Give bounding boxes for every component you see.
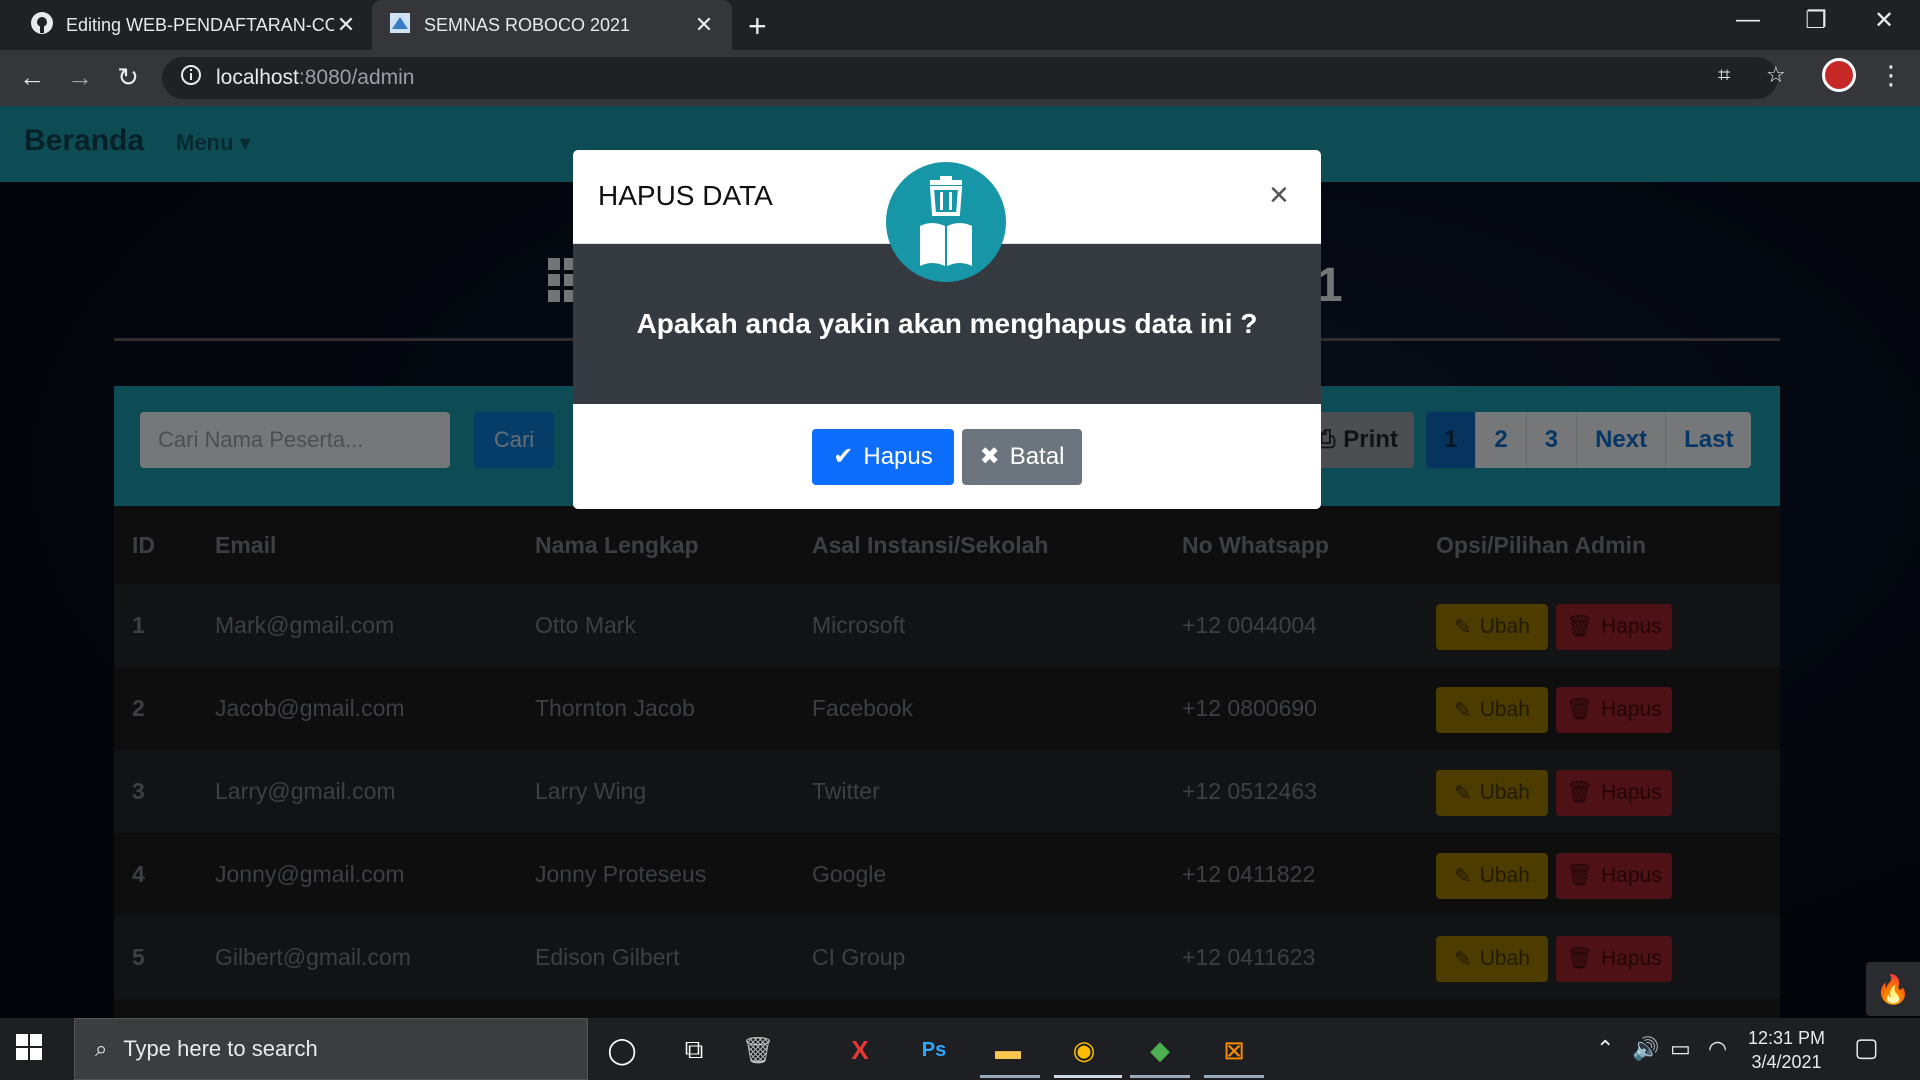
tab-title: SEMNAS ROBOCO 2021 — [424, 14, 631, 35]
active-app-indicator — [1130, 1075, 1190, 1078]
battery-icon[interactable]: ▭ — [1670, 1036, 1691, 1062]
tab-semnas-roboco[interactable]: SEMNAS ROBOCO 2021 ✕ — [372, 0, 732, 50]
modal-message: Apakah anda yakin akan menghapus data in… — [636, 308, 1258, 339]
browser-tab-bar: Editing WEB-PENDAFTARAN-CO ✕ SEMNAS ROBO… — [0, 0, 1920, 50]
active-app-indicator — [980, 1075, 1040, 1078]
search-icon: ⌕ — [95, 1036, 108, 1061]
delete-confirm-modal: HAPUS DATA × Apakah anda yakin akan meng… — [573, 150, 1321, 509]
taskbar-search-placeholder: Type here to search — [123, 1036, 318, 1061]
site-favicon-icon — [388, 11, 412, 40]
tab-title: Editing WEB-PENDAFTARAN-CO — [66, 14, 334, 35]
cortana-icon[interactable]: ◯ — [600, 1028, 644, 1072]
close-icon[interactable]: × — [1269, 178, 1289, 212]
cancel-button[interactable]: ✖ Batal — [962, 428, 1082, 485]
clock-time: 12:31 PM — [1748, 1028, 1826, 1048]
flame-icon[interactable]: 🔥 — [1866, 962, 1920, 1016]
check-icon: ✔ — [833, 443, 854, 470]
git-icon[interactable]: ◆ — [1138, 1028, 1182, 1072]
url-input[interactable]: localhost:8080/admin — [162, 57, 1778, 99]
cancel-label: Batal — [1009, 442, 1065, 470]
volume-icon[interactable]: 🔊 — [1632, 1036, 1659, 1062]
confirm-delete-button[interactable]: ✔ Hapus — [812, 428, 954, 485]
close-tab-icon[interactable]: ✕ — [334, 12, 358, 38]
recycle-bin-icon[interactable]: 🗑 — [736, 1028, 780, 1072]
photoshop-icon[interactable]: Ps — [912, 1028, 956, 1072]
close-tab-icon[interactable]: ✕ — [692, 12, 716, 38]
windows-taskbar: ⌕ Type here to search ◯ ⧉ 🗑 X Ps ▬ ◉ ◆ ⊠… — [0, 1018, 1920, 1080]
translate-icon[interactable]: ⌗ — [1718, 62, 1730, 88]
active-app-indicator — [1204, 1075, 1264, 1078]
bookmark-star-icon[interactable]: ☆ — [1766, 62, 1786, 88]
address-bar: ← → ↻ localhost:8080/admin ⌗ ☆ ⋮ — [0, 50, 1920, 106]
modal-footer: ✔ Hapus ✖ Batal — [573, 404, 1321, 509]
url-host: localhost — [216, 66, 299, 89]
file-explorer-icon[interactable]: ▬ — [986, 1028, 1030, 1072]
info-icon[interactable] — [180, 64, 202, 92]
confirm-label: Hapus — [863, 442, 933, 470]
trash-book-icon — [886, 162, 1006, 282]
github-icon — [30, 11, 54, 40]
chrome-icon[interactable]: ◉ — [1062, 1028, 1106, 1072]
profile-avatar[interactable] — [1822, 58, 1856, 92]
x-icon: ✖ — [979, 443, 1000, 470]
wifi-icon[interactable]: ◠ — [1708, 1036, 1727, 1062]
url-path: :8080/admin — [298, 66, 415, 89]
tab-github-editing[interactable]: Editing WEB-PENDAFTARAN-CO ✕ — [14, 0, 374, 50]
minimize-button[interactable]: — — [1718, 6, 1778, 34]
taskbar-search-input[interactable]: ⌕ Type here to search — [74, 1018, 588, 1080]
active-app-indicator — [1054, 1075, 1122, 1078]
xampp-icon[interactable]: ⊠ — [1212, 1028, 1256, 1072]
notification-icon[interactable]: ▢ — [1854, 1032, 1879, 1063]
close-window-button[interactable]: ✕ — [1854, 6, 1914, 35]
forward-arrow-icon[interactable]: → — [62, 62, 98, 93]
restore-button[interactable]: ❐ — [1786, 6, 1846, 35]
xampp-x-icon[interactable]: X — [838, 1028, 882, 1072]
reload-icon[interactable]: ↻ — [110, 62, 146, 93]
chevron-up-icon[interactable]: ⌃ — [1596, 1036, 1614, 1062]
task-view-icon[interactable]: ⧉ — [672, 1028, 716, 1072]
system-clock[interactable]: 12:31 PM 3/4/2021 — [1748, 1026, 1825, 1074]
clock-date: 3/4/2021 — [1751, 1052, 1822, 1072]
modal-title: HAPUS DATA — [598, 180, 773, 211]
browser-menu-icon[interactable]: ⋮ — [1878, 60, 1904, 91]
windows-start-icon[interactable] — [14, 1032, 48, 1066]
back-arrow-icon[interactable]: ← — [14, 62, 50, 93]
new-tab-button[interactable]: + — [748, 8, 767, 45]
